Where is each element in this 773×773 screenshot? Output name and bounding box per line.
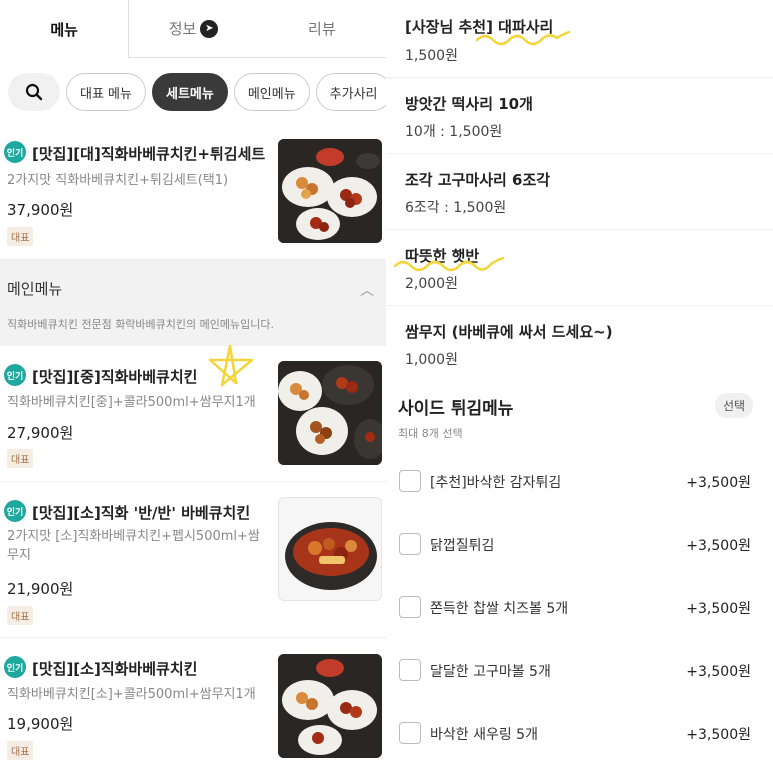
tab-review[interactable]: 리뷰: [257, 0, 386, 58]
menu-item-desc: 2가지맛 직화바베큐치킨+튀김세트(택1): [7, 173, 229, 188]
rep-tag: 대표: [7, 227, 34, 246]
side-option-price: +3,500원: [686, 664, 751, 680]
option-name: [사장님 추천] 대파사리: [405, 18, 554, 36]
menu-item-desc: 직화바베큐치킨[중]+콜라500ml+쌈무지1개: [7, 395, 256, 410]
menu-item[interactable]: 인기 [맛집][대]직화바베큐치킨+튀김세트 2가지맛 직화바베큐치킨+튀김세트…: [0, 130, 386, 260]
main-menu-section-header[interactable]: 메인메뉴 ︿ 직화바베큐치킨 전문점 화락바베큐치킨의 메인메뉴입니다.: [0, 260, 386, 346]
option-price: 1,000원: [405, 352, 458, 368]
menu-item-desc: 2가지맛 [소]직화바베큐치킨+펩시500ml+쌈무지: [7, 529, 260, 563]
option-price: 2,000원: [405, 276, 458, 292]
side-option-label: 쫀득한 찹쌀 치즈볼 5개: [430, 601, 569, 617]
side-option-row[interactable]: [추천]바삭한 감자튀김 +3,500원: [387, 462, 773, 502]
popular-badge: 인기: [4, 364, 26, 386]
side-option-row[interactable]: 달달한 고구마볼 5개 +3,500원: [387, 651, 773, 691]
side-option-label: [추천]바삭한 감자튀김: [430, 475, 562, 491]
search-icon: [25, 83, 43, 101]
menu-item-name: [맛집][중]직화바베큐치킨: [32, 368, 198, 386]
side-option-row[interactable]: 바삭한 새우링 5개 +3,500원: [387, 714, 773, 754]
menu-item-image: [278, 654, 382, 758]
rep-tag: 대표: [7, 449, 34, 468]
rep-tag: 대표: [7, 741, 34, 760]
menu-item-name: [맛집][대]직화바베큐치킨+튀김세트: [32, 145, 266, 163]
option-name: 방앗간 떡사리 10개: [405, 95, 533, 113]
send-icon: ➤: [200, 19, 219, 38]
side-option-price: +3,500원: [686, 727, 751, 743]
side-option-price: +3,500원: [686, 601, 751, 617]
menu-list-panel: 메뉴 정보 ➤ 리뷰 대표 메뉴 세트메뉴 메인메뉴 추가사리 인기 [맛집][대…: [0, 0, 386, 773]
category-chips: 대표 메뉴 세트메뉴 메인메뉴 추가사리: [0, 70, 386, 114]
select-badge: 선택: [715, 393, 754, 418]
option-item[interactable]: [사장님 추천] 대파사리 1,500원: [387, 0, 773, 78]
menu-item-price: 19,900원: [7, 715, 74, 733]
menu-item-price: 37,900원: [7, 201, 74, 219]
menu-item-name: [맛집][소]직화 '반/반' 바베큐치킨: [32, 504, 251, 522]
tab-bar: 메뉴 정보 ➤ 리뷰: [0, 0, 386, 58]
menu-item-desc: 직화바베큐치킨[소]+콜라500ml+쌈무지1개: [7, 687, 256, 702]
menu-item-name: [맛집][소]직화바베큐치킨: [32, 660, 198, 678]
menu-item-price: 21,900원: [7, 580, 74, 598]
side-menu-subtitle: 최대 8개 선택: [398, 427, 463, 440]
chip-set-menu[interactable]: 세트메뉴: [151, 73, 228, 111]
chip-representative-menu[interactable]: 대표 메뉴: [66, 73, 146, 111]
popular-badge: 인기: [4, 500, 26, 522]
popular-badge: 인기: [4, 656, 26, 678]
tab-menu[interactable]: 메뉴: [0, 0, 130, 58]
option-name: 따뜻한 햇반: [405, 247, 480, 265]
side-option-row[interactable]: 쫀득한 찹쌀 치즈볼 5개 +3,500원: [387, 588, 773, 628]
option-price: 10개 : 1,500원: [405, 124, 503, 140]
menu-item[interactable]: 인기 [맛집][중]직화바베큐치킨 직화바베큐치킨[중]+콜라500ml+쌈무지…: [0, 346, 386, 482]
menu-item-price: 27,900원: [7, 424, 74, 442]
checkbox[interactable]: [399, 596, 421, 618]
option-item[interactable]: 조각 고구마사리 6조각 6조각 : 1,500원: [387, 154, 773, 230]
checkbox[interactable]: [399, 659, 421, 681]
option-panel: [사장님 추천] 대파사리 1,500원 방앗간 떡사리 10개 10개 : 1…: [387, 0, 773, 773]
side-option-price: +3,500원: [686, 475, 751, 491]
chip-extra-menu[interactable]: 추가사리: [315, 73, 386, 111]
checkbox[interactable]: [399, 722, 421, 744]
option-item[interactable]: 따뜻한 햇반 2,000원: [387, 230, 773, 306]
option-name: 쌈무지 (바베큐에 싸서 드세요~): [405, 323, 613, 341]
checkbox[interactable]: [399, 470, 421, 492]
option-item[interactable]: 방앗간 떡사리 10개 10개 : 1,500원: [387, 78, 773, 154]
chevron-up-icon[interactable]: ︿: [360, 280, 374, 300]
option-name: 조각 고구마사리 6조각: [405, 171, 551, 189]
option-item[interactable]: 쌈무지 (바베큐에 싸서 드세요~) 1,000원: [387, 306, 773, 376]
side-option-label: 달달한 고구마볼 5개: [430, 664, 551, 680]
side-menu-title: 사이드 튀김메뉴: [398, 399, 514, 419]
section-title: 메인메뉴: [7, 280, 63, 298]
side-option-label: 닭껍질튀김: [430, 538, 495, 554]
option-price: 6조각 : 1,500원: [405, 200, 507, 216]
side-option-row[interactable]: 닭껍질튀김 +3,500원: [387, 525, 773, 565]
section-description: 직화바베큐치킨 전문점 화락바베큐치킨의 메인메뉴입니다.: [7, 318, 274, 331]
side-option-label: 바삭한 새우링 5개: [430, 727, 538, 743]
option-price: 1,500원: [405, 48, 458, 64]
checkbox[interactable]: [399, 533, 421, 555]
menu-item-image: [278, 497, 382, 601]
rep-tag: 대표: [7, 606, 34, 625]
menu-item[interactable]: 인기 [맛집][소]직화바베큐치킨 직화바베큐치킨[소]+콜라500ml+쌈무지…: [0, 638, 386, 773]
popular-badge: 인기: [4, 141, 26, 163]
menu-item[interactable]: 인기 [맛집][소]직화 '반/반' 바베큐치킨 2가지맛 [소]직화바베큐치킨…: [0, 482, 386, 638]
tab-info[interactable]: 정보 ➤: [129, 0, 258, 58]
menu-item-image: [278, 361, 382, 465]
menu-item-image: [278, 139, 382, 243]
chip-main-menu[interactable]: 메인메뉴: [233, 73, 310, 111]
side-option-price: +3,500원: [686, 538, 751, 554]
search-button[interactable]: [8, 73, 60, 111]
